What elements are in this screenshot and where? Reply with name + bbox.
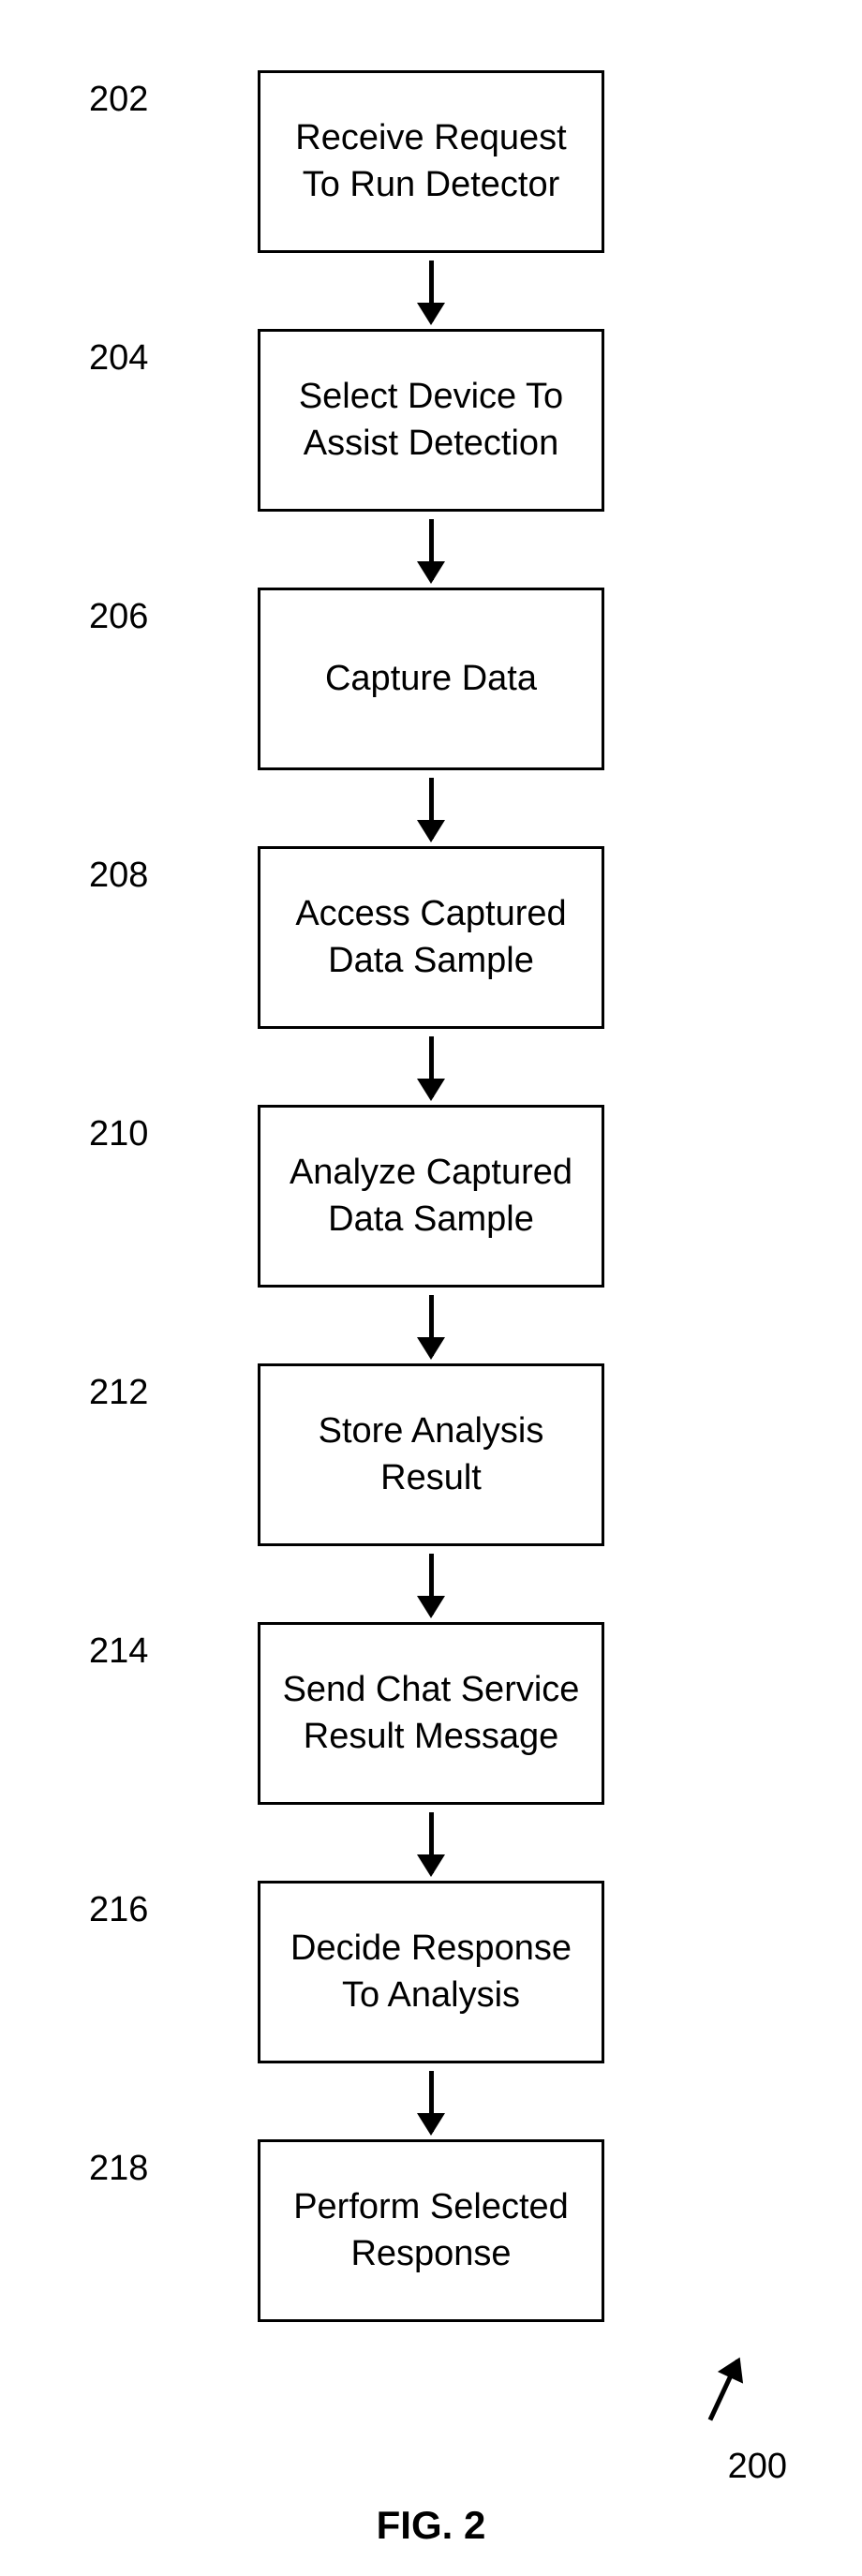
arrow-icon bbox=[429, 2071, 434, 2132]
step-number: 202 bbox=[89, 80, 148, 120]
step-row: 206 Capture Data bbox=[258, 588, 604, 770]
step-box: Perform Selected Response bbox=[258, 2139, 604, 2322]
step-row: 208 Access Captured Data Sample bbox=[258, 846, 604, 1029]
arrow-icon bbox=[429, 1295, 434, 1356]
step-number: 216 bbox=[89, 1890, 148, 1930]
arrow-icon bbox=[429, 1554, 434, 1615]
arrow-icon bbox=[429, 1036, 434, 1097]
step-number: 214 bbox=[89, 1631, 148, 1672]
step-row: 214 Send Chat Service Result Message bbox=[258, 1622, 604, 1805]
step-box: Select Device To Assist Detection bbox=[258, 329, 604, 512]
step-number: 210 bbox=[89, 1114, 148, 1154]
step-box: Store Analysis Result bbox=[258, 1363, 604, 1546]
step-row: 216 Decide Response To Analysis bbox=[258, 1881, 604, 2063]
step-number: 212 bbox=[89, 1373, 148, 1413]
step-number: 204 bbox=[89, 338, 148, 379]
step-number: 206 bbox=[89, 597, 148, 637]
arrow-icon bbox=[429, 261, 434, 321]
arrow-icon bbox=[429, 1812, 434, 1873]
step-box: Analyze Captured Data Sample bbox=[258, 1105, 604, 1288]
step-row: 202 Receive Request To Run Detector bbox=[258, 70, 604, 253]
step-box: Access Captured Data Sample bbox=[258, 846, 604, 1029]
step-box: Decide Response To Analysis bbox=[258, 1881, 604, 2063]
footer-pointer-icon bbox=[736, 2360, 740, 2426]
figure-label: FIG. 2 bbox=[377, 2503, 486, 2548]
flowchart-container: 202 Receive Request To Run Detector 204 … bbox=[258, 70, 604, 2322]
step-box: Capture Data bbox=[258, 588, 604, 770]
step-box: Receive Request To Run Detector bbox=[258, 70, 604, 253]
step-row: 210 Analyze Captured Data Sample bbox=[258, 1105, 604, 1288]
step-row: 204 Select Device To Assist Detection bbox=[258, 329, 604, 512]
diagram-number: 200 bbox=[728, 2447, 787, 2487]
step-number: 208 bbox=[89, 856, 148, 896]
step-row: 218 Perform Selected Response bbox=[258, 2139, 604, 2322]
step-box: Send Chat Service Result Message bbox=[258, 1622, 604, 1805]
arrow-icon bbox=[429, 519, 434, 580]
step-row: 212 Store Analysis Result bbox=[258, 1363, 604, 1546]
arrow-icon bbox=[429, 778, 434, 839]
step-number: 218 bbox=[89, 2149, 148, 2189]
